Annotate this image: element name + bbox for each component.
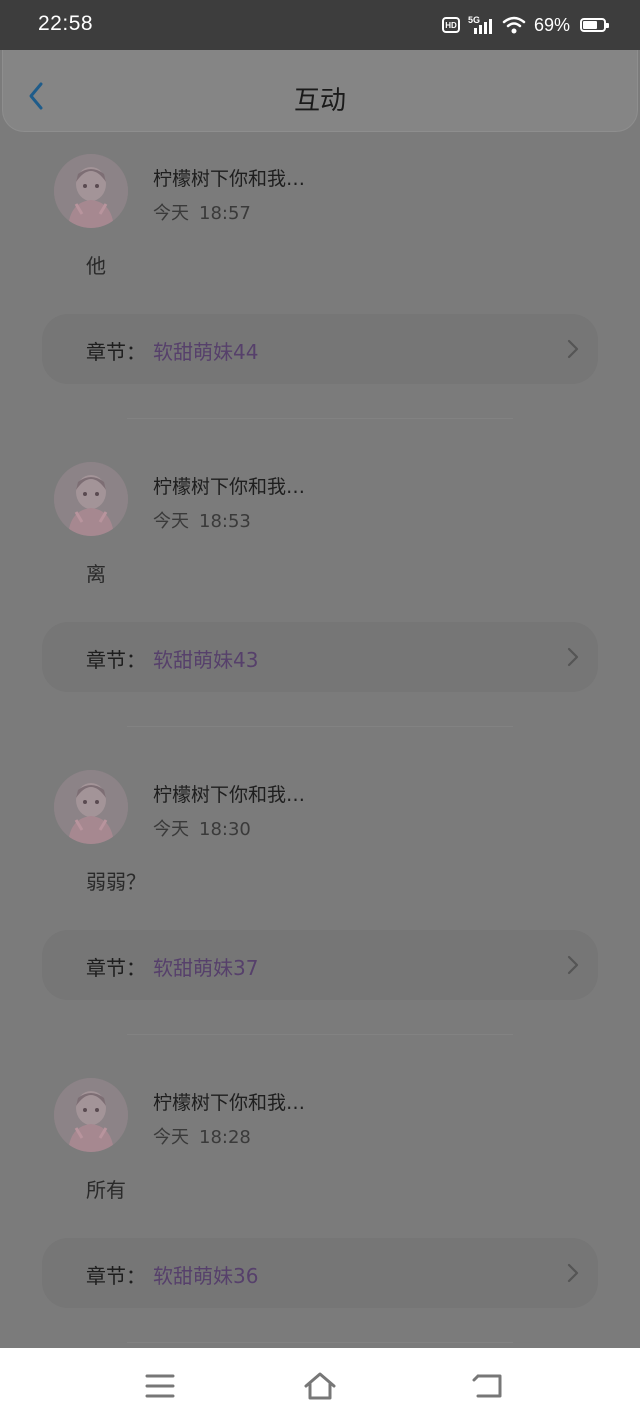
chevron-right-icon <box>567 647 579 667</box>
chapter-link[interactable]: 章节： 软甜萌妹37 <box>42 930 598 1000</box>
header: 互动 <box>2 50 638 132</box>
date-label: 今天 <box>153 1127 189 1148</box>
status-time: 22:58 <box>38 12 94 35</box>
battery-icon <box>580 18 609 32</box>
avatar[interactable] <box>54 770 128 844</box>
timestamp: 今天 18:30 <box>153 815 251 841</box>
back-icon <box>472 1374 502 1398</box>
chevron-right-icon <box>567 339 579 359</box>
chapter-name: 软甜萌妹43 <box>153 648 259 672</box>
back-nav-button[interactable] <box>470 1368 506 1404</box>
comment-text: 所有 <box>86 1178 126 1202</box>
network-label: 5G <box>468 15 480 25</box>
hd-icon: HD <box>441 17 460 33</box>
timestamp: 今天 18:28 <box>153 1123 251 1149</box>
time-label: 18:30 <box>199 819 251 840</box>
chapter-name: 软甜萌妹44 <box>153 340 259 364</box>
chapter-label: 章节： <box>86 648 146 672</box>
chapter-link[interactable]: 章节： 软甜萌妹36 <box>42 1238 598 1308</box>
divider <box>127 726 513 727</box>
menu-button[interactable] <box>142 1368 178 1404</box>
divider <box>127 418 513 419</box>
list-item: 柠檬树下你和我… 今天 18:28 所有 章节： 软甜萌妹36 <box>0 1056 640 1364</box>
timestamp: 今天 18:53 <box>153 507 251 533</box>
divider <box>127 1034 513 1035</box>
username: 柠檬树下你和我… <box>153 476 306 498</box>
comment-text: 离 <box>86 562 106 586</box>
status-icons: HD 5G 69% <box>441 12 609 38</box>
avatar-image <box>54 770 128 844</box>
date-label: 今天 <box>153 511 189 532</box>
home-icon <box>304 1372 336 1400</box>
username: 柠檬树下你和我… <box>153 1092 306 1114</box>
comment-text: 他 <box>86 254 106 278</box>
chapter-name: 软甜萌妹37 <box>153 956 259 980</box>
wifi-icon <box>502 16 526 34</box>
page-title: 互动 <box>293 86 346 116</box>
signal-5g-icon: 5G <box>468 15 492 34</box>
chevron-right-icon <box>567 1263 579 1283</box>
chevron-right-icon <box>567 955 579 975</box>
system-nav-bar <box>0 1348 640 1422</box>
avatar[interactable] <box>54 1078 128 1152</box>
chapter-label: 章节： <box>86 1264 146 1288</box>
divider <box>127 1342 513 1343</box>
chapter-name: 软甜萌妹36 <box>153 1264 259 1288</box>
home-button[interactable] <box>302 1368 338 1404</box>
chapter-link[interactable]: 章节： 软甜萌妹44 <box>42 314 598 384</box>
time-label: 18:28 <box>199 1127 251 1148</box>
list-item: 柠檬树下你和我… 今天 18:57 他 章节： 软甜萌妹44 <box>0 132 640 440</box>
avatar-image <box>54 1078 128 1152</box>
avatar-image <box>54 462 128 536</box>
chapter-link[interactable]: 章节： 软甜萌妹43 <box>42 622 598 692</box>
comment-text: 弱弱？ <box>86 870 146 894</box>
date-label: 今天 <box>153 203 189 224</box>
avatar-image <box>54 154 128 228</box>
username: 柠檬树下你和我… <box>153 784 306 806</box>
time-label: 18:53 <box>199 511 251 532</box>
avatar[interactable] <box>54 462 128 536</box>
battery-fill <box>583 21 597 29</box>
interaction-feed: 柠檬树下你和我… 今天 18:57 他 章节： 软甜萌妹44 柠檬树下你和我… … <box>0 132 640 1364</box>
timestamp: 今天 18:57 <box>153 199 251 225</box>
status-bar: 22:58 HD 5G 69% <box>0 0 640 50</box>
time-label: 18:57 <box>199 203 251 224</box>
menu-icon <box>145 1374 175 1398</box>
list-item: 柠檬树下你和我… 今天 18:30 弱弱？ 章节： 软甜萌妹37 <box>0 748 640 1056</box>
battery-percent: 69% <box>533 14 570 35</box>
username: 柠檬树下你和我… <box>153 168 306 190</box>
chapter-label: 章节： <box>86 956 146 980</box>
date-label: 今天 <box>153 819 189 840</box>
chapter-label: 章节： <box>86 340 146 364</box>
list-item: 柠檬树下你和我… 今天 18:53 离 章节： 软甜萌妹43 <box>0 440 640 748</box>
avatar[interactable] <box>54 154 128 228</box>
